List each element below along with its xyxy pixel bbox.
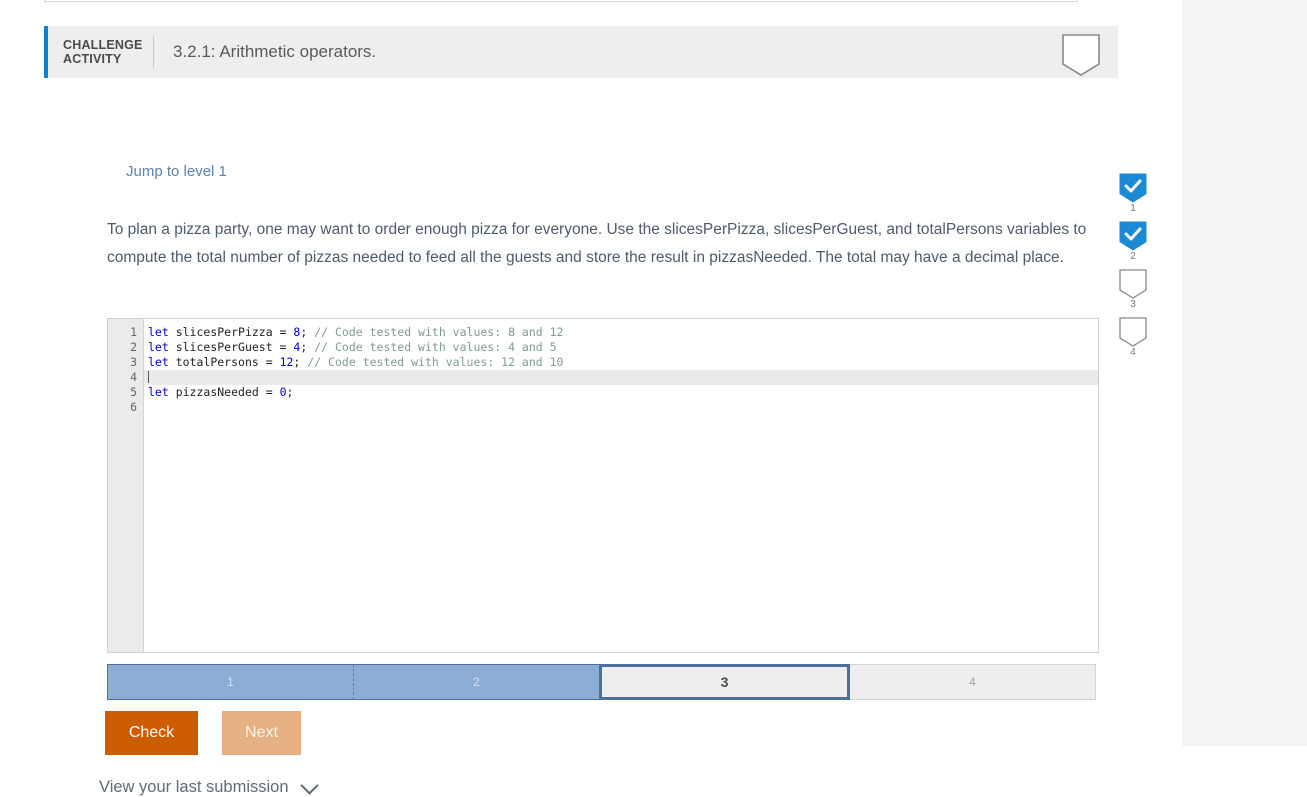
level-indicator-1[interactable]: 1 — [1119, 173, 1147, 214]
shield-badge-check-icon — [1119, 221, 1147, 251]
code-token: ; — [300, 325, 315, 339]
shield-badge-outline-icon — [1062, 34, 1100, 76]
code-token: let — [148, 355, 176, 369]
editor-code-line[interactable] — [144, 400, 1098, 415]
progress-segment-2[interactable]: 2 — [353, 664, 599, 700]
code-token: pizzasNeeded = — [175, 385, 280, 399]
view-last-submission-label: View your last submission — [99, 778, 289, 796]
page-white-gutter — [1118, 0, 1182, 746]
level-indicator-2[interactable]: 2 — [1119, 221, 1147, 262]
level-indicator-rail: 1 2 3 4 — [1113, 173, 1153, 365]
shield-badge-outline-icon — [1119, 317, 1147, 347]
text-cursor — [148, 371, 149, 383]
jump-to-level-link[interactable]: Jump to level 1 — [126, 163, 227, 180]
next-button[interactable]: Next — [222, 711, 301, 755]
view-last-submission-toggle[interactable]: View your last submission — [99, 775, 319, 797]
editor-code-line[interactable]: let slicesPerPizza = 8; // Code tested w… — [144, 325, 1098, 340]
code-token: slicesPerGuest = — [175, 340, 294, 354]
challenge-tag-line1: CHALLENGE — [63, 38, 143, 52]
shield-badge-outline-icon — [1119, 269, 1147, 299]
level-indicator-number: 4 — [1130, 347, 1136, 358]
progress-segment-1[interactable]: 1 — [107, 664, 353, 700]
editor-line-number: 5 — [130, 385, 137, 399]
code-token: let — [148, 385, 176, 399]
action-button-row: Check Next — [105, 711, 301, 755]
level-indicator-3[interactable]: 3 — [1119, 269, 1147, 310]
page-right-panel — [1182, 0, 1307, 746]
previous-card-edge — [44, 0, 1078, 2]
code-token: ; — [300, 340, 315, 354]
code-editor[interactable]: 123456 let slicesPerPizza = 8; // Code t… — [107, 318, 1099, 653]
level-progress-bar[interactable]: 1234 — [107, 664, 1096, 700]
editor-code-line[interactable]: let totalPersons = 12; // Code tested wi… — [144, 355, 1098, 370]
code-token: 12 — [279, 355, 294, 369]
level-indicator-number: 3 — [1130, 299, 1136, 310]
code-token: // Code tested with values: 4 and 5 — [314, 340, 557, 354]
activity-prompt: To plan a pizza party, one may want to o… — [107, 221, 1087, 266]
progress-segment-3[interactable]: 3 — [599, 664, 850, 700]
code-token: ; — [293, 355, 308, 369]
code-token: ; — [286, 385, 294, 399]
progress-segment-4[interactable]: 4 — [850, 664, 1096, 700]
level-indicator-number: 2 — [1130, 251, 1136, 262]
editor-code-line[interactable] — [144, 370, 1098, 385]
shield-badge-check-icon — [1119, 173, 1147, 203]
code-token: // Code tested with values: 8 and 12 — [314, 325, 564, 339]
editor-line-number: 1 — [130, 325, 137, 339]
level-indicator-number: 1 — [1130, 203, 1136, 214]
check-button[interactable]: Check — [105, 711, 198, 755]
code-token: totalPersons = — [175, 355, 280, 369]
editor-line-number: 4 — [130, 370, 137, 384]
challenge-activity-tag: CHALLENGE ACTIVITY — [48, 38, 153, 66]
challenge-tag-line2: ACTIVITY — [63, 52, 122, 66]
chevron-down-icon[interactable] — [299, 775, 319, 795]
code-token: let — [148, 325, 176, 339]
activity-header: CHALLENGE ACTIVITY 3.2.1: Arithmetic ope… — [44, 26, 1118, 78]
editor-line-number: 3 — [130, 355, 137, 369]
code-token: // Code tested with values: 12 and 10 — [307, 355, 564, 369]
code-token: 0 — [279, 385, 287, 399]
editor-line-number: 6 — [130, 400, 137, 414]
code-token: let — [148, 340, 176, 354]
editor-code-line[interactable]: let slicesPerGuest = 4; // Code tested w… — [144, 340, 1098, 355]
editor-code-line[interactable]: let pizzasNeeded = 0; — [144, 385, 1098, 400]
page-title: 3.2.1: Arithmetic operators. — [173, 42, 377, 61]
editor-code-area[interactable]: let slicesPerPizza = 8; // Code tested w… — [144, 319, 1098, 652]
level-indicator-4[interactable]: 4 — [1119, 317, 1147, 358]
editor-line-number: 2 — [130, 340, 137, 354]
challenge-activity-card: CHALLENGE ACTIVITY 3.2.1: Arithmetic ope… — [44, 26, 1147, 796]
code-token: slicesPerPizza = — [175, 325, 294, 339]
editor-line-number-gutter: 123456 — [108, 319, 144, 652]
